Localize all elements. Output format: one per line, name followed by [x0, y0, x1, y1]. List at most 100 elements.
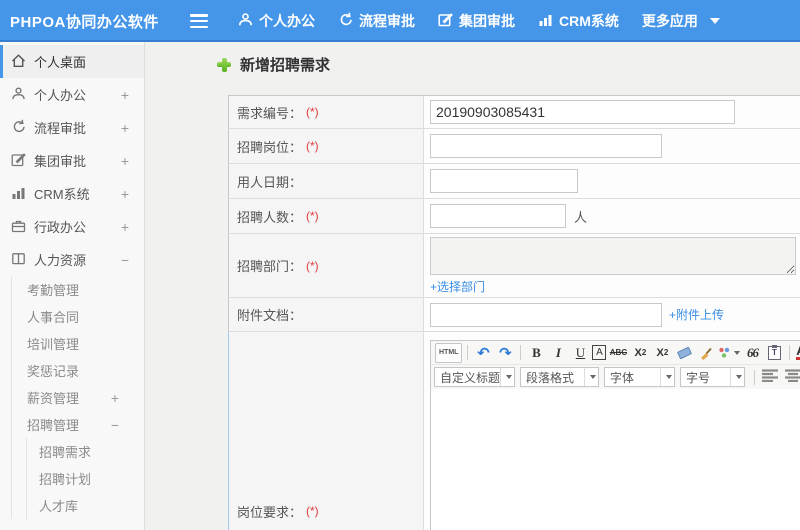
field-label: 招聘部门： [237, 259, 303, 274]
bold-button[interactable]: B [526, 343, 546, 363]
hamburger-menu-icon[interactable] [190, 14, 208, 28]
department-textarea[interactable] [430, 236, 796, 275]
sidebar-item-label: 个人办公 [34, 88, 87, 103]
sidebar-item-personal-office[interactable]: 个人办公 + [0, 78, 144, 111]
sidebar-item-admin-office[interactable]: 行政办公 + [0, 210, 144, 243]
user-icon [11, 86, 34, 104]
flow-arrow-icon [338, 12, 359, 30]
paragraph-format-select[interactable]: 段落格式 [520, 367, 599, 387]
required-mark: (*) [306, 209, 319, 223]
sidebar-item-recruit-plan[interactable]: 招聘计划 [27, 465, 144, 492]
sidebar-item-talent-pool[interactable]: 人才库 [27, 492, 144, 519]
sidebar: 个人桌面 个人办公 + 流程审批 + 集团审批 + CRM系统 + 行政办公 +… [0, 42, 145, 530]
topnav-label: 更多应用 [641, 13, 698, 29]
request-no-input[interactable] [430, 100, 735, 124]
sidebar-item-attendance[interactable]: 考勤管理 [12, 276, 144, 303]
blockquote-button[interactable]: 66 [742, 343, 762, 363]
topnav-label: 流程审批 [359, 13, 415, 29]
autotypeset-button[interactable]: A [592, 345, 607, 360]
hr-submenu: 考勤管理 人事合同 培训管理 奖惩记录 薪资管理 + 招聘管理 − 招聘需求 招… [11, 276, 144, 519]
expand-toggle[interactable]: + [121, 186, 129, 202]
field-label: 附件文档： [237, 308, 303, 323]
rich-text-editor: HTML ↶ ↷ B I U A ABC X2 X2 66 T 自定义标题 段落… [430, 340, 800, 530]
font-family-select[interactable]: 字体 [604, 367, 675, 387]
custom-title-select[interactable]: 自定义标题 [434, 367, 515, 387]
topnav-more-apps[interactable]: 更多应用 [642, 11, 720, 31]
hire-date-input[interactable] [430, 169, 578, 193]
expand-toggle[interactable]: + [121, 87, 129, 103]
book-icon [11, 251, 34, 269]
form-row-department: 招聘部门： (*) +选择部门 [228, 234, 800, 298]
headcount-input[interactable] [430, 204, 566, 228]
sidebar-item-crm-system[interactable]: CRM系统 + [0, 177, 144, 210]
align-left-button[interactable] [762, 369, 779, 385]
sidebar-item-human-resources[interactable]: 人力资源 − [0, 243, 144, 276]
sidebar-item-recruitment[interactable]: 招聘管理 − [12, 411, 144, 438]
bar-chart-icon [538, 12, 559, 30]
sidebar-item-training[interactable]: 培训管理 [12, 330, 144, 357]
sidebar-item-personal-desktop[interactable]: 个人桌面 [0, 45, 144, 78]
topnav-group-approval[interactable]: 集团审批 [438, 11, 515, 31]
italic-button[interactable]: I [548, 343, 568, 363]
sidebar-item-label: 流程审批 [34, 121, 87, 136]
sidebar-item-label: 人才库 [39, 499, 79, 514]
expand-toggle[interactable]: + [121, 219, 129, 235]
font-size-select[interactable]: 字号 [680, 367, 745, 387]
sidebar-item-group-approval[interactable]: 集团审批 + [0, 144, 144, 177]
flow-arrow-icon [11, 119, 34, 137]
color-dots-icon [719, 347, 730, 358]
subscript-button[interactable]: X2 [652, 343, 672, 363]
form-row-headcount: 招聘人数： (*) 人 [228, 199, 800, 234]
font-color-button[interactable]: A [795, 343, 800, 363]
upload-attachment-link[interactable]: +附件上传 [669, 306, 724, 323]
required-mark: (*) [306, 139, 319, 153]
form-row-hire-date: 用人日期： [228, 164, 800, 199]
redo-button[interactable]: ↷ [495, 343, 515, 363]
field-label: 需求编号： [237, 105, 303, 121]
strikethrough-button[interactable]: ABC [608, 343, 628, 363]
position-input[interactable] [430, 134, 662, 158]
brush-icon [701, 347, 713, 360]
collapse-toggle[interactable]: − [111, 417, 119, 433]
undo-button[interactable]: ↶ [473, 343, 493, 363]
home-icon [11, 53, 34, 71]
paste-button[interactable]: T [764, 343, 784, 363]
expand-toggle[interactable]: + [121, 120, 129, 136]
bar-chart-icon [11, 185, 34, 203]
topnav-crm-system[interactable]: CRM系统 [538, 11, 619, 31]
superscript-button[interactable]: X2 [630, 343, 650, 363]
format-paint-button[interactable] [718, 343, 741, 363]
eraser-button[interactable] [674, 343, 694, 363]
editor-toolbar-row2: 自定义标题 段落格式 字体 字号 [431, 365, 800, 389]
editor-toolbar-row1: HTML ↶ ↷ B I U A ABC X2 X2 66 T [431, 341, 800, 365]
sidebar-item-label: 人事合同 [27, 310, 80, 325]
sidebar-item-salary[interactable]: 薪资管理 + [12, 384, 144, 411]
sidebar-item-hr-contract[interactable]: 人事合同 [12, 303, 144, 330]
sidebar-item-label: 培训管理 [27, 337, 80, 352]
topnav-workflow-approval[interactable]: 流程审批 [338, 11, 415, 31]
underline-button[interactable]: U [570, 343, 590, 363]
collapse-toggle[interactable]: − [121, 252, 129, 268]
sidebar-item-rewards[interactable]: 奖惩记录 [12, 357, 144, 384]
html-source-button[interactable]: HTML [435, 342, 463, 363]
field-label: 用人日期： [237, 174, 303, 190]
topnav-personal-office[interactable]: 个人办公 [238, 11, 315, 31]
sidebar-item-recruit-request[interactable]: 招聘需求 [27, 438, 144, 465]
main-content: 新增招聘需求 需求编号：(*) 招聘岗位：(*) 用人日期： 招聘人数：(*) … [146, 42, 800, 530]
field-label: 招聘人数： [237, 209, 303, 225]
attachment-input[interactable] [430, 302, 662, 327]
recruit-request-form: 需求编号：(*) 招聘岗位：(*) 用人日期： 招聘人数：(*) 人 招聘部门：… [228, 95, 800, 530]
sidebar-item-label: 招聘管理 [27, 418, 80, 433]
align-center-button[interactable] [785, 369, 800, 385]
field-label: 招聘岗位： [237, 139, 303, 155]
sidebar-item-workflow-approval[interactable]: 流程审批 + [0, 111, 144, 144]
format-brush-button[interactable] [696, 343, 716, 363]
editor-content-area[interactable] [431, 389, 800, 530]
expand-toggle[interactable]: + [111, 390, 119, 406]
top-navigation: 个人办公 流程审批 集团审批 CRM系统 更多应用 [238, 11, 743, 31]
select-department-link[interactable]: +选择部门 [430, 278, 485, 295]
sidebar-item-label: 集团审批 [34, 154, 87, 169]
sidebar-item-label: CRM系统 [34, 187, 90, 202]
required-mark: (*) [306, 258, 319, 273]
expand-toggle[interactable]: + [121, 153, 129, 169]
